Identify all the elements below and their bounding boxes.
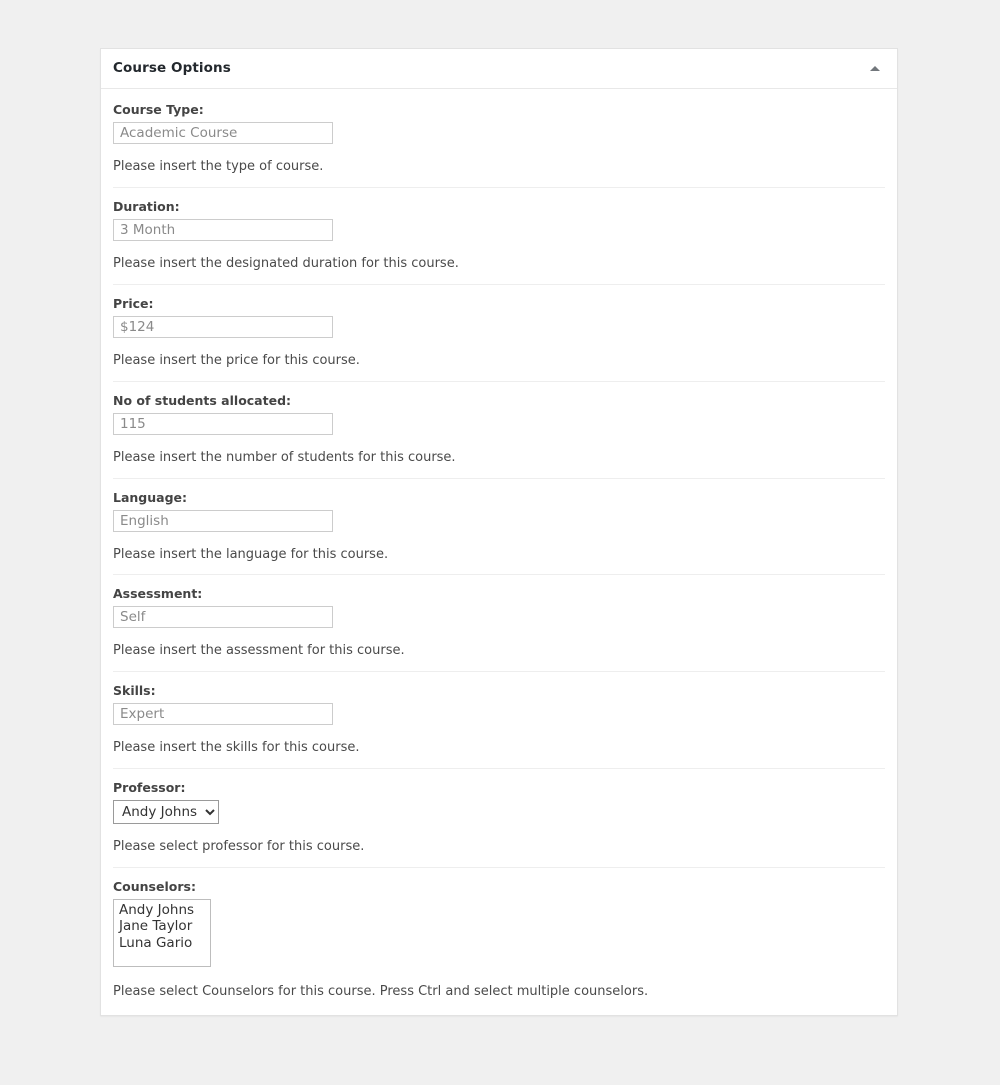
select-counselors[interactable]: Andy JohnsJane TaylorLuna Gario — [113, 899, 211, 968]
input-price[interactable] — [113, 315, 333, 338]
field-group-professor: Professor: Andy JohnsJane TaylorLuna Gar… — [113, 780, 885, 869]
field-group-course-type: Course Type: Please insert the type of c… — [113, 102, 885, 188]
label-course-type: Course Type: — [113, 102, 204, 117]
help-students: Please insert the number of students for… — [113, 449, 456, 465]
label-skills: Skills: — [113, 683, 156, 699]
label-language: Language: — [113, 489, 188, 505]
label-professor: Professor: — [113, 780, 186, 796]
input-course-type[interactable] — [113, 122, 333, 144]
help-skills: Please insert the skills for this course… — [113, 740, 360, 756]
panel-header: Course Options — [101, 49, 897, 89]
panel-body: Course Type: Please insert the type of c… — [101, 89, 897, 1015]
input-skills[interactable] — [113, 703, 333, 726]
help-price: Please insert the price for this course. — [113, 352, 360, 368]
field-group-counselors: Counselors: Andy JohnsJane TaylorLuna Ga… — [113, 879, 885, 1015]
field-group-duration: Duration: Please insert the designated d… — [113, 199, 885, 285]
label-students: No of students allocated: — [113, 392, 292, 408]
select-professor[interactable]: Andy JohnsJane TaylorLuna Gario — [113, 800, 219, 825]
help-counselors: Please select Counselors for this course… — [113, 984, 649, 1000]
field-group-students: No of students allocated: Please insert … — [113, 393, 885, 479]
help-duration: Please insert the designated duration fo… — [113, 255, 459, 271]
field-group-skills: Skills: Please insert the skills for thi… — [113, 683, 885, 770]
field-group-language: Language: Please insert the language for… — [113, 490, 885, 576]
help-assessment: Please insert the assessment for this co… — [113, 643, 405, 659]
help-course-type: Please insert the type of course. — [113, 159, 324, 174]
help-language: Please insert the language for this cour… — [113, 546, 389, 562]
label-counselors: Counselors: — [113, 879, 196, 895]
label-price: Price: — [113, 295, 154, 311]
help-professor: Please select professor for this course. — [113, 839, 365, 855]
input-duration[interactable] — [113, 218, 333, 241]
course-options-panel: Course Options Course Type: Please inser… — [100, 48, 898, 1017]
label-assessment: Assessment: — [113, 586, 203, 602]
input-assessment[interactable] — [113, 606, 333, 629]
input-language[interactable] — [113, 509, 333, 532]
collapse-toggle-button[interactable] — [863, 57, 887, 81]
caret-up-icon — [870, 66, 880, 71]
label-duration: Duration: — [113, 198, 180, 214]
field-group-assessment: Assessment: Please insert the assessment… — [113, 586, 885, 673]
input-students[interactable] — [113, 412, 333, 435]
field-group-price: Price: Please insert the price for this … — [113, 296, 885, 382]
page-title: Course Options — [113, 59, 231, 76]
